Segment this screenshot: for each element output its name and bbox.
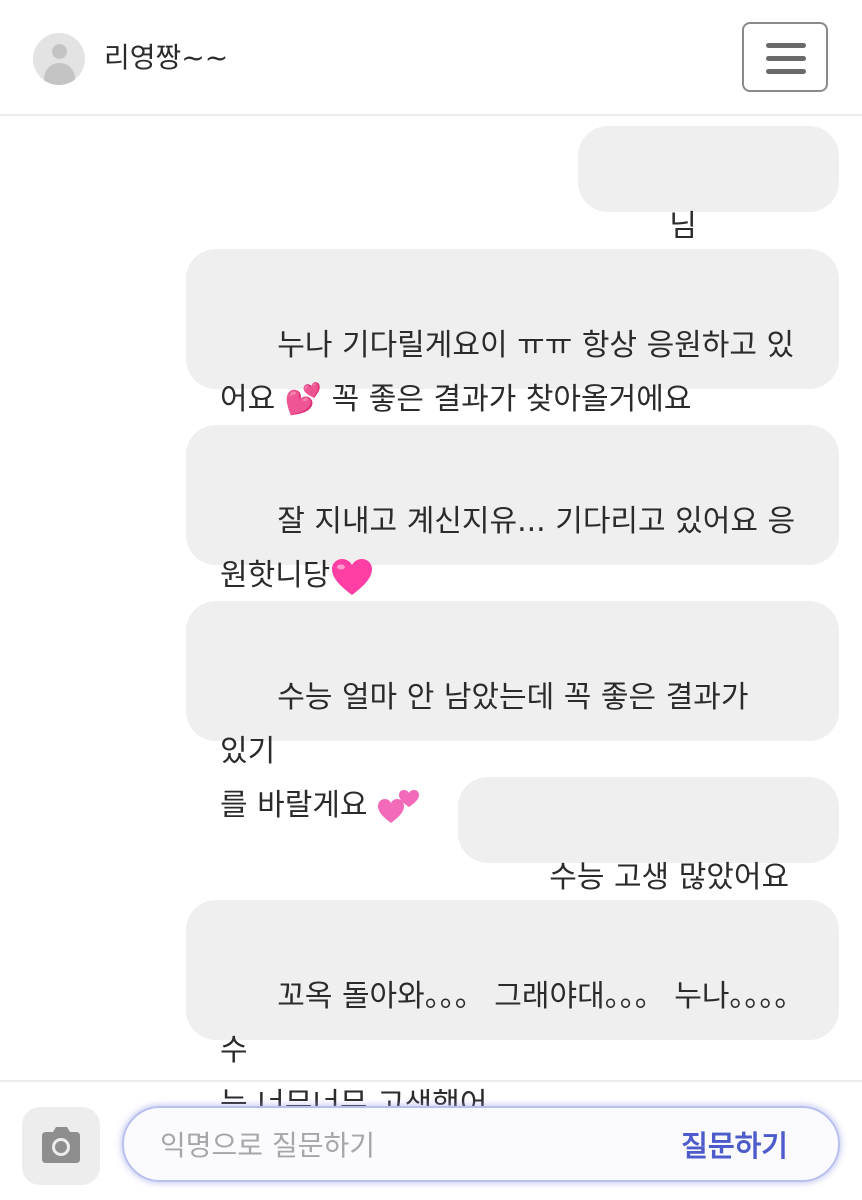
question-input[interactable]	[158, 1122, 632, 1168]
user-avatar-icon[interactable]	[33, 33, 85, 85]
composer-bar: 질문하기	[0, 1080, 862, 1200]
message-bubble: 수능 고생 많았어요	[458, 777, 839, 951]
camera-icon	[42, 1127, 80, 1163]
message-bubble: 잘 지내고 계신지유... 기다리고 있어요 응 원핫니당	[186, 425, 839, 595]
ask-question-button[interactable]: 질문하기	[681, 1122, 788, 1166]
message-text: 수능 고생 많았어요	[549, 860, 790, 895]
message-text: 누나 기다릴게요이 ㅠㅠ 항상 응원하고 있 어요 💕 꼭 좋은 결과가 찾아올…	[220, 328, 795, 417]
chat-title: 리영짱~~	[104, 41, 229, 74]
camera-button[interactable]	[22, 1107, 100, 1185]
app-root: 리영짱~~ 님 보고시프요 누나 기다릴게요이 ㅠㅠ 항상 응원하고 있 어요 …	[0, 0, 862, 1200]
message-bubble: 님 보고시프요	[578, 126, 839, 298]
message-text: 잘 지내고 계신지유... 기다리고 있어요 응 원핫니당	[220, 504, 796, 593]
two-hearts-emoji-icon	[377, 787, 421, 827]
hamburger-menu-button[interactable]	[742, 22, 828, 92]
question-input-wrapper[interactable]: 질문하기	[122, 1106, 840, 1182]
message-bubble: 수능 얼마 안 남았는데 꼭 좋은 결과가 있기 를 바랄게요	[186, 601, 839, 823]
message-bubble: 꼬옥 돌아와。。。 그래야대。。。 누나。。。。 수 능 너무너무 고생했어	[186, 900, 839, 1122]
hamburger-menu-icon	[766, 43, 806, 48]
chat-header: 리영짱~~	[0, 0, 862, 116]
message-bubble: 누나 기다릴게요이 ㅠㅠ 항상 응원하고 있 어요 💕 꼭 좋은 결과가 찾아올…	[186, 249, 839, 417]
message-list[interactable]: 님 보고시프요 누나 기다릴게요이 ㅠㅠ 항상 응원하고 있 어요 💕 꼭 좋은…	[0, 116, 862, 1122]
heart-emoji-icon	[330, 557, 374, 597]
